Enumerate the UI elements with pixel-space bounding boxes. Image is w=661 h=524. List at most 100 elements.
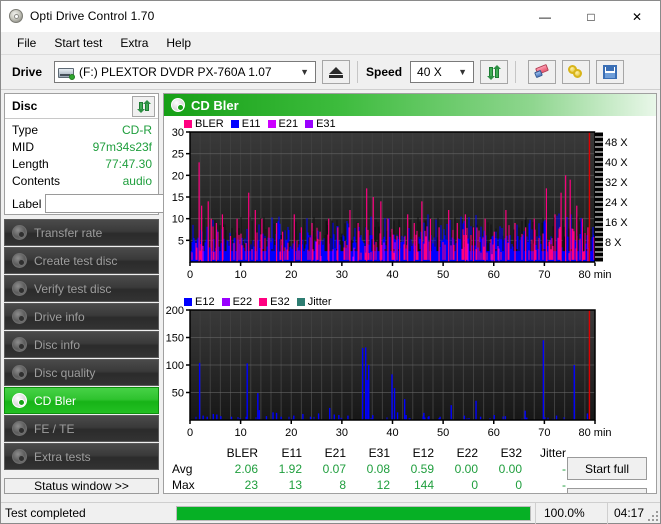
svg-text:8 X: 8 X <box>605 237 622 249</box>
sidebar-item-create-test-disc[interactable]: Create test disc <box>4 247 159 274</box>
sidebar-label: Verify test disc <box>34 282 111 296</box>
sidebar-item-disc-quality[interactable]: Disc quality <box>4 359 159 386</box>
speed-select[interactable]: 40 X ▼ <box>410 61 474 83</box>
svg-text:30: 30 <box>172 127 184 139</box>
legend-swatch <box>184 120 192 128</box>
eject-icon <box>329 67 343 78</box>
sidebar-label: Transfer rate <box>34 226 102 240</box>
disc-icon <box>12 225 27 240</box>
optical-drive-icon <box>58 65 75 80</box>
sidebar-label: Disc quality <box>34 366 95 380</box>
panel-title: CD Bler <box>191 98 239 113</box>
stats-max-e32: 0 <box>478 478 522 492</box>
disc-panel-title: Disc <box>12 99 37 113</box>
disc-type-key: Type <box>12 122 38 139</box>
disc-icon <box>12 337 27 352</box>
svg-text:80 min: 80 min <box>578 427 611 439</box>
svg-text:20: 20 <box>285 427 297 439</box>
stats-corner <box>172 446 214 460</box>
stats-row-label-max: Max <box>172 478 214 492</box>
disc-icon <box>12 309 27 324</box>
sidebar-item-disc-info[interactable]: Disc info <box>4 331 159 358</box>
content-panel: CD Bler BLER E11 <box>163 93 657 494</box>
menu-file[interactable]: File <box>8 33 45 53</box>
save-button[interactable] <box>596 60 624 84</box>
sidebar-item-verify-test-disc[interactable]: Verify test disc <box>4 275 159 302</box>
start-part-button[interactable]: Start part <box>567 488 647 494</box>
bler-chart-canvas: 5101520253001020304050607080 min8 X16 X2… <box>164 116 655 298</box>
svg-text:40: 40 <box>386 427 398 439</box>
disc-icon <box>12 449 27 464</box>
disc-row-contents: Contents audio <box>12 173 152 190</box>
legend-entry-jitter: Jitter <box>297 296 332 308</box>
resize-grip[interactable] <box>646 509 658 521</box>
stats-avg-e22: 0.00 <box>434 462 478 476</box>
stats-col-e22: E22 <box>434 446 478 460</box>
menu-help[interactable]: Help <box>157 33 200 53</box>
menu-start-test[interactable]: Start test <box>45 33 111 53</box>
disc-icon <box>12 393 27 408</box>
disc-row-length: Length 77:47.30 <box>12 156 152 173</box>
sidebar-item-drive-info[interactable]: Drive info <box>4 303 159 330</box>
legend-entry-e11: E11 <box>231 118 261 130</box>
svg-text:40: 40 <box>386 269 398 281</box>
progress-percent-label: 100.0% <box>535 503 607 524</box>
legend-swatch <box>259 298 267 306</box>
sidebar-item-cd-bler[interactable]: CD Bler <box>4 387 159 414</box>
svg-text:60: 60 <box>488 427 500 439</box>
svg-text:48 X: 48 X <box>605 137 628 149</box>
sidebar-item-transfer-rate[interactable]: Transfer rate <box>4 219 159 246</box>
svg-text:50: 50 <box>437 427 449 439</box>
sidebar-item-fe-te[interactable]: FE / TE <box>4 415 159 442</box>
status-window-button[interactable]: Status window >> <box>4 478 159 494</box>
start-full-button[interactable]: Start full <box>567 457 647 480</box>
svg-text:80 min: 80 min <box>578 269 611 281</box>
disc-refresh-button[interactable] <box>132 96 155 117</box>
drive-select[interactable]: (F:) PLEXTOR DVDR PX-760A 1.07 ▼ <box>54 61 316 83</box>
svg-text:0: 0 <box>187 427 193 439</box>
maximize-button[interactable]: □ <box>568 1 614 32</box>
legend-entry-e21: E21 <box>268 118 299 130</box>
legend-swatch <box>297 298 305 306</box>
progress-bar-fill <box>177 507 530 520</box>
toolbar-separator-2 <box>515 61 516 83</box>
svg-text:150: 150 <box>166 333 184 345</box>
stats-col-e12: E12 <box>390 446 434 460</box>
title-bar: Opti Drive Control 1.70 — □ ✕ <box>1 1 660 32</box>
minimize-button[interactable]: — <box>522 1 568 32</box>
svg-text:20: 20 <box>172 170 184 182</box>
legend-swatch <box>268 120 276 128</box>
legend-label: Jitter <box>308 296 332 308</box>
legend-entry-e31: E31 <box>305 118 336 130</box>
close-button[interactable]: ✕ <box>614 1 660 32</box>
svg-text:5: 5 <box>178 235 184 247</box>
rings-button[interactable] <box>562 60 590 84</box>
legend-entry-bler: BLER <box>184 118 224 130</box>
eject-button[interactable] <box>322 60 350 84</box>
legend-entry-e32: E32 <box>259 296 290 308</box>
sidebar-item-extra-tests[interactable]: Extra tests <box>4 443 159 470</box>
legend-label: E12 <box>195 296 215 308</box>
chevron-down-icon: ▼ <box>296 67 313 77</box>
disc-info-rows: Type CD-R MID 97m34s23f Length 77:47.30 … <box>5 119 158 214</box>
speed-select-value: 40 X <box>417 65 454 79</box>
drive-select-value: (F:) PLEXTOR DVDR PX-760A 1.07 <box>79 65 296 79</box>
e12-chart: E12 E22 E32 Jitter <box>164 294 656 446</box>
stats-col-e11: E11 <box>258 446 302 460</box>
menu-extra[interactable]: Extra <box>111 33 157 53</box>
disc-panel: Disc Type CD-R MID 97m3 <box>4 93 159 215</box>
refresh-button[interactable] <box>480 60 508 84</box>
toolbar-separator-1 <box>357 61 358 83</box>
stats-col-e32: E32 <box>478 446 522 460</box>
sidebar-label: Disc info <box>34 338 80 352</box>
bler-chart-legend: BLER E11 E21 E31 <box>184 118 340 130</box>
stats-max-e22: 0 <box>434 478 478 492</box>
sidebar-label: Extra tests <box>34 450 91 464</box>
disc-mid-key: MID <box>12 139 34 156</box>
main-body: Disc Type CD-R MID 97m3 <box>1 90 660 494</box>
legend-label: E22 <box>233 296 253 308</box>
svg-text:25: 25 <box>172 149 184 161</box>
svg-text:200: 200 <box>166 305 184 317</box>
speed-label: Speed <box>366 65 402 79</box>
erase-button[interactable] <box>528 60 556 84</box>
